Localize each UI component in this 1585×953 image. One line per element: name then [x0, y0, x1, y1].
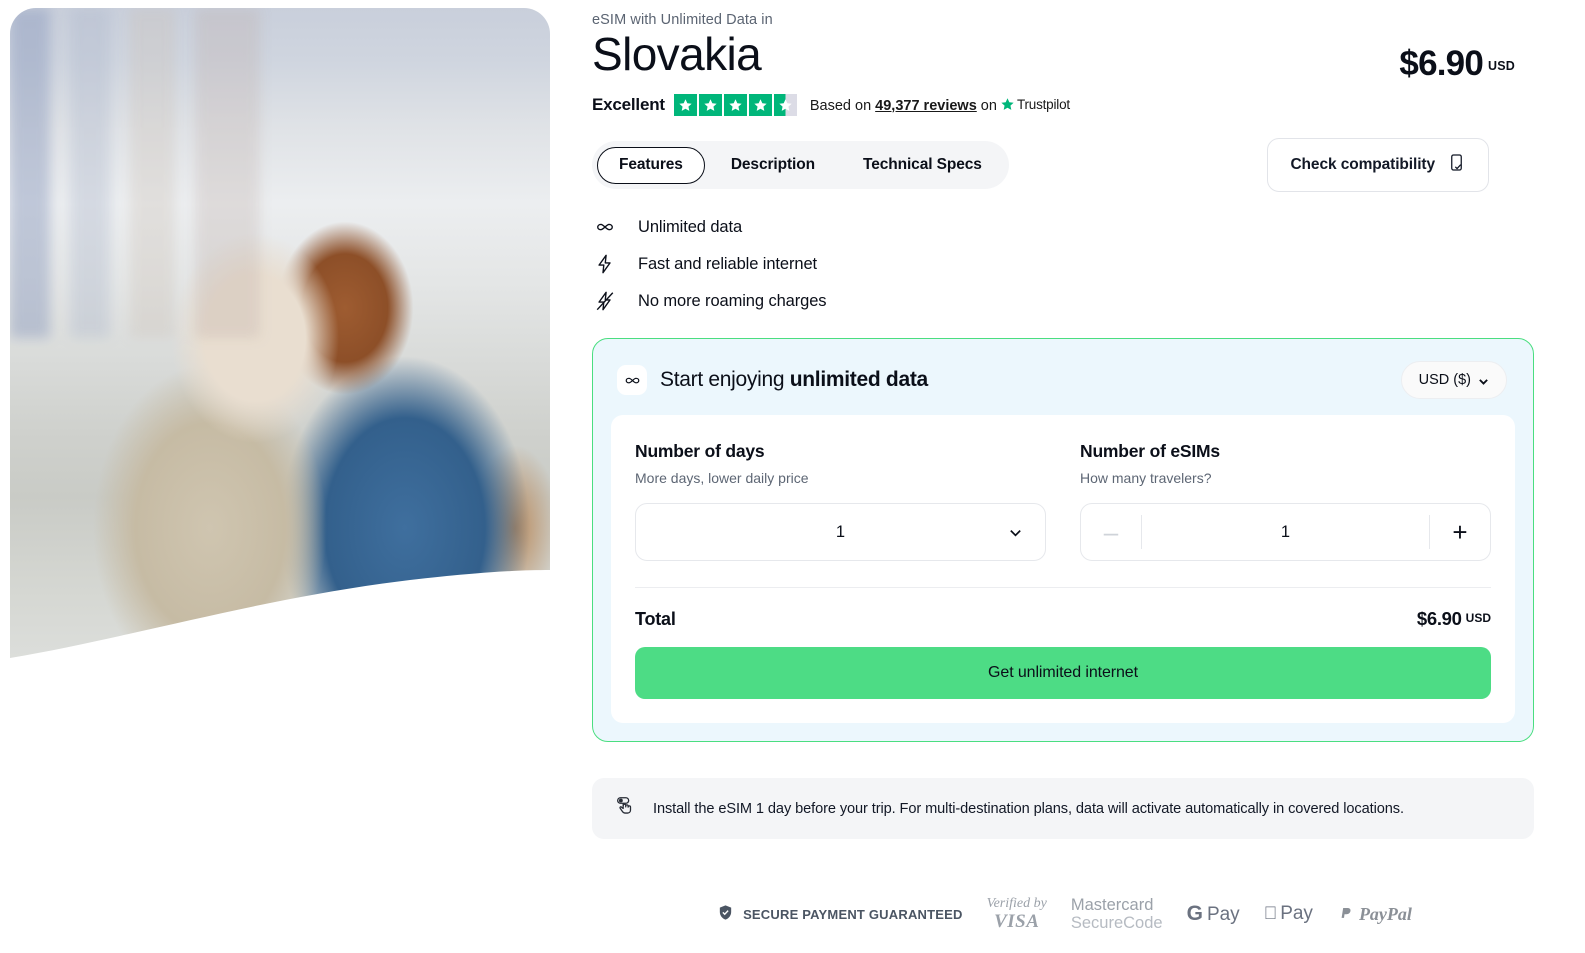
mastercard-securecode-badge: Mastercard SecureCode	[1071, 896, 1163, 932]
feature-item: Unlimited data	[592, 216, 1537, 238]
paypal-wordmark: PayPal	[1352, 903, 1412, 924]
feature-label: Fast and reliable internet	[638, 254, 818, 273]
currency-selector-value: USD ($)	[1418, 372, 1471, 388]
hero-wave-mask	[10, 570, 550, 660]
offer-heading: Start enjoying unlimited data	[660, 368, 928, 392]
chevron-down-icon	[1008, 525, 1023, 540]
bolt-icon	[592, 253, 618, 275]
tab-bar: Features Description Technical Specs	[592, 141, 1009, 189]
total-amount: $6.90	[1416, 608, 1462, 629]
offer-heading-normal: Start enjoying	[660, 368, 790, 391]
tabs-row: Features Description Technical Specs Che…	[592, 138, 1537, 192]
paypal-badge: PayPal	[1337, 902, 1412, 926]
shield-check-icon	[717, 903, 734, 925]
hero-background-facade	[10, 8, 260, 338]
days-sublabel: More days, lower daily price	[635, 470, 809, 486]
star-icon	[673, 94, 697, 116]
days-label: Number of days	[635, 441, 765, 461]
mastercard-wordmark: Mastercard	[1070, 896, 1154, 914]
feature-label: Unlimited data	[638, 217, 743, 236]
offer-heading-bold: unlimited data	[789, 368, 928, 391]
check-compatibility-button[interactable]: Check compatibility	[1267, 138, 1489, 192]
install-notice-text: Install the eSIM 1 day before your trip.…	[653, 800, 1404, 817]
visa-verified-line: Verified by	[986, 895, 1047, 911]
product-eyebrow: eSIM with Unlimited Data in	[592, 12, 773, 28]
trustpilot-rating: Excellent Based on 49,377 reviews on Trus…	[592, 94, 1537, 116]
offer-heading-group: Start enjoying unlimited data	[617, 365, 928, 395]
infinity-icon	[592, 216, 618, 238]
tap-hand-icon	[614, 795, 636, 822]
days-selector-group: Number of days More days, lower daily pr…	[635, 441, 1046, 561]
price-currency: USD	[1488, 59, 1515, 73]
offer-card: Start enjoying unlimited data USD ($) Nu…	[592, 338, 1534, 742]
on-word: on	[980, 97, 997, 114]
trustpilot-stars	[673, 94, 797, 116]
star-icon	[748, 94, 772, 116]
total-divider	[635, 587, 1491, 588]
tab-description[interactable]: Description	[709, 146, 837, 184]
trustpilot-brand-label: Trustpilot	[1016, 96, 1070, 112]
total-price-group: $6.90 USD	[1417, 608, 1491, 630]
reviews-count-link[interactable]: 49,377 reviews	[875, 98, 977, 114]
secure-payment-label: SECURE PAYMENT GUARANTEED	[743, 906, 963, 922]
esims-sublabel: How many travelers?	[1080, 470, 1212, 486]
tab-technical-specs[interactable]: Technical Specs	[841, 146, 1004, 184]
paypal-icon	[1337, 902, 1354, 926]
apple-pay-badge:  Pay	[1264, 903, 1313, 925]
features-list: Unlimited data Fast and reliable interne…	[592, 216, 1537, 312]
esims-value: 1	[1280, 522, 1291, 541]
bolt-slash-icon	[592, 290, 618, 312]
phone-check-icon	[1447, 153, 1466, 177]
hero-image	[10, 8, 550, 660]
esims-selector-group: Number of eSIMs How many travelers? – 1 …	[1080, 441, 1491, 561]
currency-selector[interactable]: USD ($)	[1400, 361, 1507, 399]
securecode-label: SecureCode	[1070, 914, 1163, 933]
days-dropdown[interactable]: 1	[635, 503, 1046, 561]
selectors-grid: Number of days More days, lower daily pr…	[635, 441, 1491, 561]
esims-increment-button[interactable]: +	[1430, 504, 1490, 560]
star-icon	[698, 94, 722, 116]
offer-card-body: Number of days More days, lower daily pr…	[611, 415, 1515, 723]
google-pay-badge: G Pay	[1187, 902, 1240, 926]
install-notice: Install the eSIM 1 day before your trip.…	[592, 778, 1534, 839]
price-amount: $6.90	[1399, 44, 1483, 83]
verified-by-visa-badge: Verified by VISA	[986, 895, 1047, 932]
days-value: 1	[835, 522, 846, 541]
feature-label: No more roaming charges	[638, 291, 827, 310]
apple-logo-icon: 	[1264, 903, 1278, 924]
payment-badges: SECURE PAYMENT GUARANTEED Verified by VI…	[592, 896, 1537, 932]
product-details: eSIM with Unlimited Data in Slovakia $6.…	[592, 0, 1537, 839]
feature-item: Fast and reliable internet	[592, 253, 1537, 275]
secure-payment-badge: SECURE PAYMENT GUARANTEED	[717, 903, 963, 925]
apple-pay-label: Pay	[1273, 903, 1313, 925]
get-unlimited-internet-button[interactable]: Get unlimited internet	[635, 647, 1491, 699]
trustpilot-brand: Trustpilot	[1000, 97, 1070, 112]
total-currency: USD	[1465, 611, 1491, 625]
trustpilot-rating-word: Excellent	[592, 95, 665, 114]
google-pay-label: Pay	[1206, 904, 1240, 926]
esims-label: Number of eSIMs	[1080, 441, 1220, 461]
trustpilot-star-icon	[1001, 97, 1014, 110]
page-title: Slovakia	[592, 28, 762, 80]
visa-wordmark: VISA	[994, 910, 1040, 932]
total-label: Total	[635, 609, 676, 629]
infinity-icon	[617, 365, 647, 395]
google-g-icon: G	[1186, 902, 1203, 926]
trustpilot-reviews-text: Based on 49,377 reviews on Trustpilot	[810, 97, 1070, 114]
esims-decrement-button[interactable]: –	[1081, 504, 1141, 560]
title-row: Slovakia $6.90 USD	[592, 28, 1537, 84]
price-block: $6.90 USD	[1399, 30, 1537, 84]
check-compatibility-label: Check compatibility	[1290, 156, 1435, 173]
feature-item: No more roaming charges	[592, 290, 1537, 312]
star-icon	[723, 94, 747, 116]
product-page: eSIM with Unlimited Data in Slovakia $6.…	[0, 0, 1585, 953]
tab-features[interactable]: Features	[597, 146, 705, 184]
total-row: Total $6.90 USD	[635, 608, 1491, 630]
chevron-down-icon	[1478, 375, 1489, 386]
offer-card-header: Start enjoying unlimited data USD ($)	[611, 357, 1515, 415]
star-half-icon	[773, 94, 797, 116]
esims-stepper: – 1 +	[1080, 503, 1491, 561]
based-on-prefix: Based on	[809, 97, 872, 114]
